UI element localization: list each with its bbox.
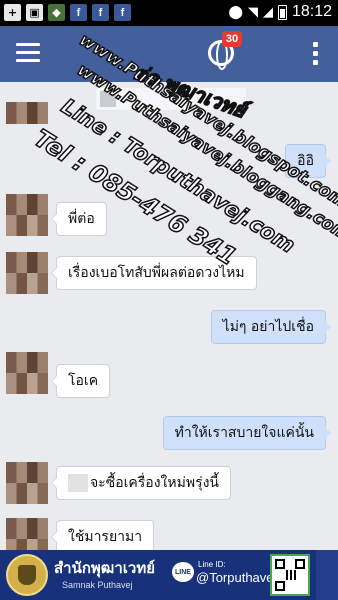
app-bar: 30	[0, 26, 338, 82]
overflow-menu-icon[interactable]	[313, 42, 318, 66]
avatar[interactable]	[6, 352, 48, 394]
message-bubble-outgoing[interactable]: ไม่ๆ อย่าไปเชื่อ	[210, 310, 332, 344]
message-text: จะซื้อเครื่องใหม่พรุ่งนี้	[90, 475, 219, 491]
picture-icon: ◆	[48, 4, 65, 21]
wifi-icon: ◥	[247, 4, 258, 20]
battery-icon	[277, 4, 287, 20]
blurred-icon	[100, 91, 116, 107]
clock: 18:12	[291, 3, 332, 20]
facebook-icon: f	[114, 4, 131, 21]
status-icons-left: + ▣ ◆ f f f	[4, 4, 131, 21]
notification-badge: 30	[222, 31, 242, 47]
menu-icon[interactable]	[16, 43, 40, 63]
avatar[interactable]	[6, 252, 48, 294]
status-bar: + ▣ ◆ f f f ⬤ ◥ ◢ 18:12	[0, 0, 338, 26]
message-bubble-outgoing[interactable]: อิอิ	[285, 144, 331, 178]
facebook-icon: f	[70, 4, 87, 21]
blurred-text	[68, 474, 88, 492]
avatar[interactable]	[6, 102, 48, 124]
message-bubble-outgoing[interactable]: ทำให้เราสบายใจแค่นั้น	[162, 416, 332, 450]
message-bubble-incoming[interactable]: พี่ต่อ	[51, 202, 107, 236]
promo-banner[interactable]: สำนักพุฒาเวทย์ Samnak Puthavej LINE Line…	[0, 550, 338, 600]
signal-icon: ◢	[262, 4, 273, 20]
banner-name: สำนักพุฒาเวทย์	[54, 559, 156, 577]
banner-subtitle: Samnak Puthavej	[62, 580, 133, 590]
chat-thread[interactable]: อิอิ พี่ต่อ เรื่องเบอโทสับพี่ผลต่อดวงไหม…	[0, 82, 338, 558]
banner-edge	[316, 550, 338, 600]
message-bubble-incoming[interactable]: เรื่องเบอโทสับพี่ผลต่อดวงไหม	[51, 256, 257, 290]
facebook-icon: f	[92, 4, 109, 21]
line-id: @Torputhavej	[196, 570, 277, 585]
line-id-label: Line ID:	[198, 560, 226, 569]
image-icon: ▣	[26, 4, 43, 21]
date-separator	[96, 88, 246, 110]
message-bubble-incoming[interactable]: จะซื้อเครื่องใหม่พรุ่งนี้	[51, 466, 231, 500]
status-icons-right: ⬤ ◥ ◢ 18:12	[228, 3, 332, 21]
location-icon: ⬤	[228, 4, 243, 20]
line-app-icon: LINE	[172, 562, 194, 582]
avatar[interactable]	[6, 462, 48, 504]
temple-logo-icon	[6, 554, 48, 596]
message-bubble-incoming[interactable]: โอเค	[50, 364, 111, 398]
avatar[interactable]	[6, 194, 48, 236]
qr-code-icon	[270, 554, 310, 596]
message-bubble-incoming[interactable]: ใช้มารยามา	[50, 520, 155, 554]
plus-icon: +	[4, 4, 21, 21]
